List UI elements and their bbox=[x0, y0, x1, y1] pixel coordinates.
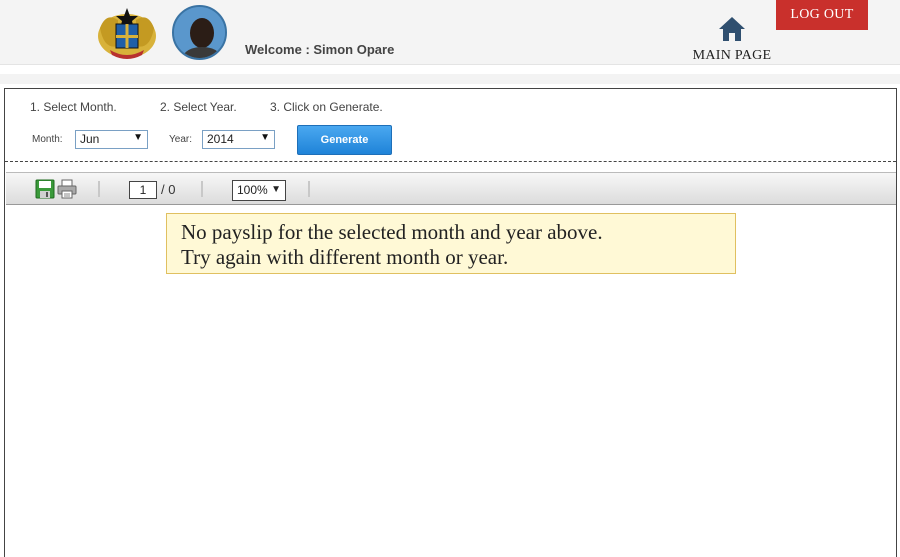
year-select-value: 2014 bbox=[207, 132, 234, 146]
main-page-label: MAIN PAGE bbox=[692, 48, 772, 63]
month-select-value: Jun bbox=[80, 132, 100, 146]
zoom-select[interactable]: 100% ▼ bbox=[232, 180, 286, 201]
chevron-down-icon: ▼ bbox=[271, 184, 281, 195]
step-2-text: 2. Select Year. bbox=[160, 100, 237, 114]
coat-of-arms-icon bbox=[98, 8, 156, 59]
print-icon[interactable] bbox=[57, 179, 77, 199]
no-payslip-message: No payslip for the selected month and ye… bbox=[166, 213, 736, 274]
toolbar-separator bbox=[308, 181, 310, 197]
section-divider bbox=[5, 161, 896, 162]
welcome-text: Welcome : Simon Opare bbox=[245, 42, 395, 57]
home-icon bbox=[719, 17, 745, 41]
month-select[interactable]: Jun ▼ bbox=[75, 130, 148, 149]
month-label: Month: bbox=[32, 134, 63, 145]
current-page-input[interactable]: 1 bbox=[129, 181, 157, 199]
toolbar-separator bbox=[201, 181, 203, 197]
step-1-text: 1. Select Month. bbox=[30, 100, 117, 114]
message-line-2: Try again with different month or year. bbox=[181, 245, 509, 269]
toolbar-separator bbox=[98, 181, 100, 197]
total-pages-text: / 0 bbox=[161, 182, 176, 197]
user-avatar bbox=[172, 5, 227, 60]
step-3-text: 3. Click on Generate. bbox=[270, 100, 383, 114]
zoom-value: 100% bbox=[237, 183, 268, 197]
chevron-down-icon: ▼ bbox=[260, 132, 270, 143]
chevron-down-icon: ▼ bbox=[133, 132, 143, 143]
spacer-band bbox=[0, 74, 900, 84]
main-page-link[interactable]: MAIN PAGE bbox=[688, 16, 776, 64]
year-label: Year: bbox=[169, 134, 192, 145]
payslip-panel: 1. Select Month. 2. Select Year. 3. Clic… bbox=[4, 88, 897, 557]
top-header: Welcome : Simon Opare MAIN PAGE LOG OUT bbox=[0, 0, 900, 65]
logout-button[interactable]: LOG OUT bbox=[776, 0, 868, 30]
save-icon[interactable] bbox=[35, 179, 55, 199]
report-viewer-toolbar: 1 / 0 100% ▼ bbox=[6, 172, 896, 205]
year-select[interactable]: 2014 ▼ bbox=[202, 130, 275, 149]
generate-button[interactable]: Generate bbox=[297, 125, 392, 155]
header-spacer bbox=[0, 66, 900, 88]
message-line-1: No payslip for the selected month and ye… bbox=[181, 220, 603, 244]
